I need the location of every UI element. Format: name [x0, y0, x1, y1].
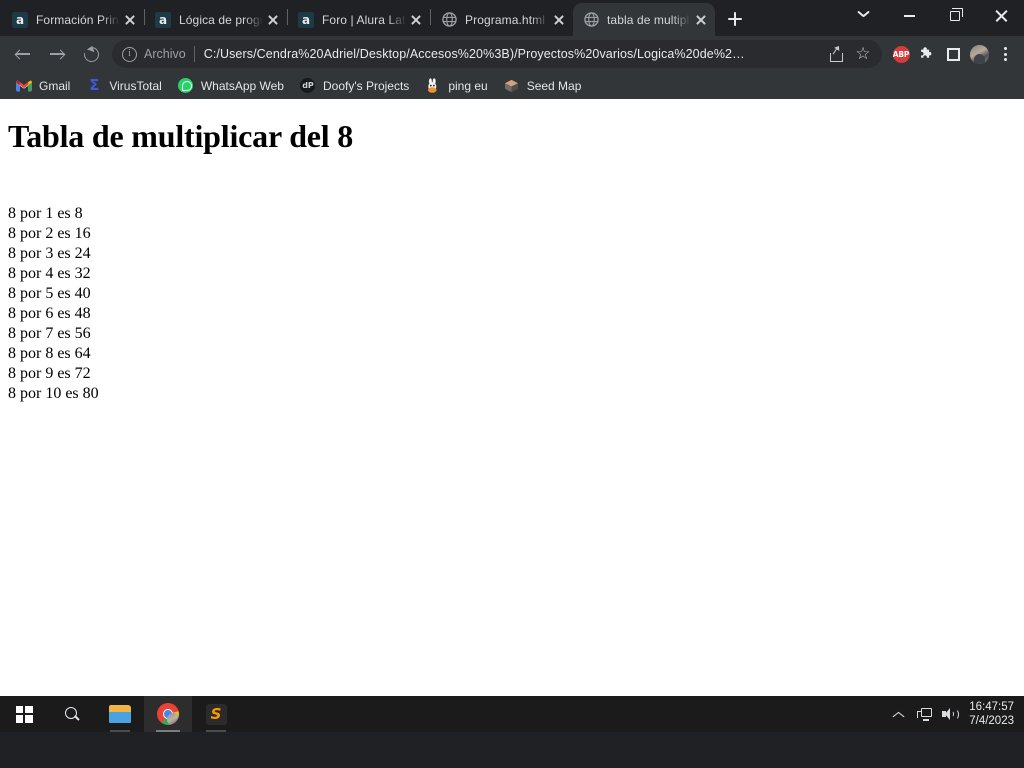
tab-close-icon[interactable]: [693, 12, 709, 28]
table-line: 8 por 2 es 16: [8, 225, 91, 242]
omnibox-divider: [193, 46, 195, 62]
bookmark-label: ping eu: [448, 78, 488, 93]
bookmark-label: VirusTotal: [109, 78, 162, 93]
new-tab-button[interactable]: [721, 5, 749, 33]
table-line: 8 por 8 es 64: [8, 345, 91, 362]
tray-overflow-chevron-up-icon[interactable]: [885, 696, 911, 732]
table-line: 8 por 5 es 40: [8, 285, 91, 302]
table-line: 8 por 9 es 72: [8, 365, 91, 382]
table-line: 8 por 10 es 80: [8, 385, 99, 402]
puzzle-icon[interactable]: [914, 40, 940, 68]
square-icon[interactable]: [940, 40, 966, 68]
globe-icon: [583, 12, 599, 28]
gmail-icon: [16, 78, 32, 94]
browser-tab-3[interactable]: a Foro | Alura Lat: [288, 3, 430, 36]
doofy-icon: dP: [300, 78, 316, 94]
bookmark-label: WhatsApp Web: [200, 78, 284, 93]
omnibox-actions: ☆: [824, 40, 876, 68]
tab-close-icon[interactable]: [122, 12, 138, 28]
table-line: 8 por 7 es 56: [8, 325, 91, 342]
scheme-label: Archivo: [144, 47, 186, 61]
chrome-icon: [157, 703, 179, 725]
bookmark-star-icon[interactable]: ☆: [850, 40, 876, 68]
adblock-plus-icon[interactable]: ABP: [888, 40, 914, 68]
clock-date: 7/4/2023: [969, 715, 1014, 727]
adblock-plus-badge: ABP: [892, 45, 910, 63]
tab-strip: a Formación Princ a Lógica de progr a Fo…: [0, 0, 1024, 36]
close-button[interactable]: [978, 0, 1024, 32]
browser-tab-2[interactable]: a Lógica de progr: [145, 3, 287, 36]
seed-map-icon: [504, 78, 520, 94]
table-line: 8 por 3 es 24: [8, 245, 91, 262]
alura-a-icon: a: [12, 11, 28, 28]
reload-button[interactable]: [77, 40, 105, 68]
maximize-button[interactable]: [932, 0, 978, 32]
site-info-icon[interactable]: i: [122, 46, 137, 62]
whatsapp-icon: [178, 78, 194, 94]
tab-close-icon[interactable]: [408, 12, 424, 28]
bookmark-label: Gmail: [39, 78, 71, 93]
forward-button[interactable]: [43, 40, 71, 68]
share-icon[interactable]: [824, 40, 850, 68]
url-text: C:/Users/Cendra%20Adriel/Desktop/Accesos…: [203, 47, 745, 61]
table-line: 8 por 4 es 32: [8, 265, 91, 282]
table-line: 8 por 1 es 8: [8, 205, 83, 222]
clock[interactable]: 16:47:57 7/4/2023: [963, 700, 1024, 728]
tab-close-icon[interactable]: [551, 12, 567, 28]
minimize-button[interactable]: [886, 0, 932, 32]
browser-tab-5-active[interactable]: tabla de multipli: [573, 3, 715, 36]
search-button[interactable]: [48, 696, 96, 732]
bookmark-virustotal[interactable]: Σ VirusTotal: [78, 75, 169, 97]
bookmark-whatsapp-web[interactable]: WhatsApp Web: [170, 75, 292, 97]
alura-a-icon: a: [298, 11, 314, 28]
page-viewport: Tabla de multiplicar del 8 8 por 1 es 8 …: [0, 99, 1024, 732]
search-icon: [64, 706, 81, 723]
back-button[interactable]: [9, 40, 37, 68]
tab-search-chevron-down-icon[interactable]: [840, 0, 886, 32]
network-icon[interactable]: [911, 696, 937, 732]
browser-tab-1[interactable]: a Formación Princ: [2, 3, 144, 36]
bookmark-label: Doofy's Projects: [322, 78, 410, 93]
sublime-text-button[interactable]: S: [192, 696, 240, 732]
bookmark-label: Seed Map: [526, 78, 582, 93]
bookmarks-bar: Gmail Σ VirusTotal WhatsApp Web dP Doofy…: [0, 72, 1024, 99]
table-line: 8 por 6 es 48: [8, 305, 91, 322]
kebab-menu-icon[interactable]: [992, 40, 1018, 68]
sublime-text-icon: S: [205, 703, 227, 725]
multiplication-table-list: 8 por 1 es 8 8 por 2 es 16 8 por 3 es 24…: [8, 204, 1016, 404]
windows-logo-icon: [15, 705, 33, 723]
folder-icon: [109, 705, 131, 723]
browser-tab-4[interactable]: Programa.html: [431, 3, 573, 36]
system-tray: 16:47:57 7/4/2023: [885, 696, 1024, 732]
tab-title: Lógica de progr: [179, 12, 263, 27]
tab-title: Formación Princ: [36, 12, 120, 27]
address-bar[interactable]: i Archivo C:/Users/Cendra%20Adriel/Deskt…: [112, 40, 882, 68]
tab-title: tabla de multipli: [607, 12, 691, 27]
bookmark-gmail[interactable]: Gmail: [8, 75, 78, 97]
globe-icon: [441, 12, 457, 28]
window-controls: [840, 0, 1024, 32]
avatar[interactable]: [966, 40, 992, 68]
chrome-button[interactable]: [144, 696, 192, 732]
alura-a-icon: a: [155, 11, 171, 28]
windows-taskbar: S 16:47:57 7/4/2023: [0, 696, 1024, 732]
ping-eu-icon: [425, 78, 441, 94]
start-button[interactable]: [0, 696, 48, 732]
bookmark-ping-eu[interactable]: ping eu: [417, 75, 495, 97]
browser-toolbar: i Archivo C:/Users/Cendra%20Adriel/Deskt…: [0, 36, 1024, 72]
bookmark-seed-map[interactable]: Seed Map: [496, 75, 590, 97]
page-title: Tabla de multiplicar del 8: [8, 118, 354, 154]
tab-title: Programa.html: [465, 12, 545, 27]
browser-window: a Formación Princ a Lógica de progr a Fo…: [0, 0, 1024, 732]
virustotal-icon: Σ: [89, 76, 100, 94]
file-explorer-button[interactable]: [96, 696, 144, 732]
clock-time: 16:47:57: [969, 701, 1014, 713]
volume-icon[interactable]: [937, 696, 963, 732]
tab-title: Foro | Alura Lat: [322, 12, 406, 27]
bookmark-doofys-projects[interactable]: dP Doofy's Projects: [292, 75, 417, 97]
tab-close-icon[interactable]: [265, 12, 281, 28]
